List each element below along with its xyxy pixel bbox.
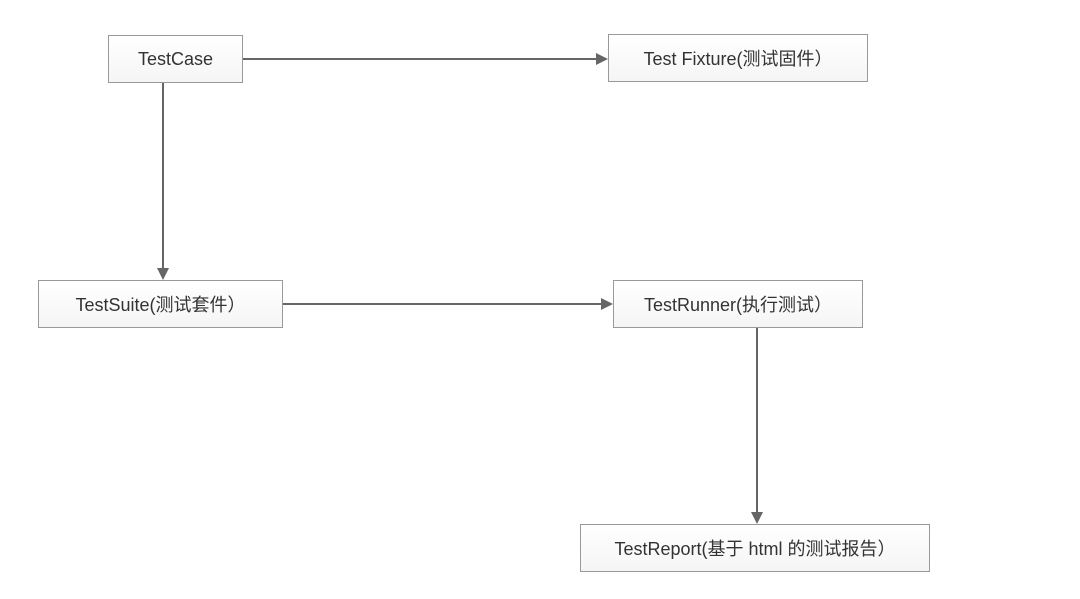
node-testreport: TestReport(基于 html 的测试报告） — [580, 524, 930, 572]
node-testsuite: TestSuite(测试套件） — [38, 280, 283, 328]
node-label: TestRunner(执行测试） — [644, 291, 832, 317]
arrowhead-testrunner-to-testreport — [751, 512, 763, 524]
node-label: Test Fixture(测试固件） — [643, 45, 832, 71]
node-label: TestReport(基于 html 的测试报告） — [614, 535, 895, 561]
arrowhead-testcase-to-testfixture — [596, 53, 608, 65]
arrowhead-testcase-to-testsuite — [157, 268, 169, 280]
node-testfixture: Test Fixture(测试固件） — [608, 34, 868, 82]
node-label: TestSuite(测试套件） — [75, 291, 245, 317]
node-label: TestCase — [138, 49, 213, 70]
node-testcase: TestCase — [108, 35, 243, 83]
arrow-testcase-to-testfixture — [243, 58, 596, 60]
node-testrunner: TestRunner(执行测试） — [613, 280, 863, 328]
arrow-testcase-to-testsuite — [162, 83, 164, 268]
arrow-testsuite-to-testrunner — [283, 303, 601, 305]
arrow-testrunner-to-testreport — [756, 328, 758, 512]
arrowhead-testsuite-to-testrunner — [601, 298, 613, 310]
